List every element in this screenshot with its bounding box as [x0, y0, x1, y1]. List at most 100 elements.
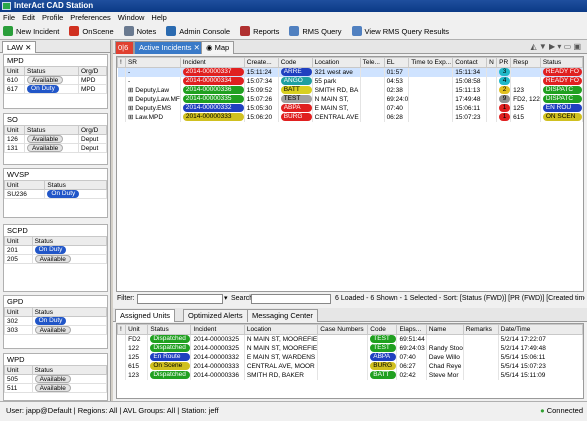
unit-row[interactable]: 126 Available Deput — [3, 134, 107, 144]
unit-row[interactable]: 205 Available — [4, 254, 108, 264]
toolbar-button-view-rms-query-results[interactable]: View RMS Query Results — [351, 26, 449, 36]
tab-messaging-center[interactable]: Messaging Center — [247, 309, 318, 322]
unit-column-header[interactable]: Elaps... — [396, 324, 427, 335]
unit-column-header[interactable]: Date/Time — [497, 324, 583, 335]
column-header[interactable]: Unit — [4, 236, 33, 246]
priority-badge: 2 — [499, 86, 510, 94]
incident-column-header[interactable]: Tele... — [359, 57, 385, 68]
column-header[interactable]: Status — [44, 180, 107, 190]
incident-row[interactable]: ⊞ Deputy.EMS 2014-00000332 15:05:30 ABPA E M… — [117, 103, 583, 113]
group-title: WPD — [4, 354, 107, 365]
incident-row[interactable]: ⊞ Deputy,Law 2014-00000336 15:09:52 BATT SMI… — [117, 85, 583, 95]
priority-badge: 1 — [499, 104, 510, 112]
toolbar-button-rms-query[interactable]: RMS Query — [289, 26, 342, 36]
column-header[interactable]: Unit — [4, 307, 33, 317]
incident-row[interactable]: ⊞ Deputy,Law.MF 2014-00000335 15:07:26 TEST… — [117, 94, 583, 104]
assigned-unit-row[interactable]: 125 En Route 2014-00000332 E MAIN ST, WARDE… — [117, 352, 583, 362]
tab-law[interactable]: LAW ✕ — [2, 41, 37, 53]
assigned-unit-row[interactable]: 122 Dispatched 2014-00000325 N MAIN ST, MOO… — [117, 343, 583, 353]
incident-column-header[interactable]: Create... — [243, 57, 279, 68]
toolbar-button-onscene[interactable]: OnScene — [69, 26, 114, 36]
toolbar-button-notes[interactable]: Notes — [123, 26, 156, 36]
column-header[interactable]: Unit — [3, 180, 46, 190]
unit-row[interactable]: 511 Available — [4, 383, 108, 393]
incident-column-header[interactable]: PR — [496, 57, 512, 68]
column-header[interactable]: Status — [31, 307, 108, 317]
filter-dropdown-icon[interactable]: ▾ — [224, 292, 228, 305]
unit-column-header[interactable]: ! — [117, 324, 127, 335]
incident-number: 2014-00000333 — [182, 113, 244, 121]
unit-row[interactable]: 201 On Duty — [4, 245, 108, 255]
column-header[interactable]: Status — [31, 236, 108, 246]
incident-column-header[interactable]: Code — [277, 57, 313, 68]
column-header[interactable]: Status — [24, 66, 79, 76]
filter-input[interactable] — [137, 294, 223, 304]
search-input[interactable] — [251, 294, 331, 304]
incident-column-header[interactable]: Incident — [179, 57, 245, 68]
toolbar-button-admin-console[interactable]: Admin Console — [166, 26, 230, 36]
unit-status-badge: Available — [27, 135, 64, 143]
column-header[interactable]: Status — [24, 125, 79, 135]
toolbar-button-new-incident[interactable]: New Incident — [3, 26, 59, 36]
incident-column-header[interactable]: Status — [539, 57, 583, 68]
incident-column-header[interactable]: SR — [124, 57, 181, 68]
menu-preferences[interactable]: Preferences — [70, 13, 110, 22]
unit-row[interactable]: 303 Available — [4, 325, 108, 335]
tab-map[interactable]: ◉ Map — [201, 41, 235, 54]
incident-number: 2014-00000336 — [182, 86, 244, 94]
admin-console-icon — [166, 26, 177, 36]
incident-row[interactable]: -2014-00000334 15:07:34 ANGO 55 park 04:53 15… — [117, 76, 583, 86]
tab-actions-icon[interactable]: ◭ ▼ ▶ ▾ ▭ ▣ — [531, 42, 581, 51]
incident-column-header[interactable]: Time to Exp... — [408, 57, 454, 68]
unit-column-header[interactable]: Incident — [190, 324, 245, 335]
incident-column-header[interactable]: EL — [383, 57, 410, 68]
unit-column-header[interactable]: Name — [425, 324, 464, 335]
connected-icon: ● — [540, 406, 545, 415]
incident-code: TEST — [280, 95, 312, 103]
unit-column-header[interactable]: Code — [367, 324, 398, 335]
assigned-unit-row[interactable]: FD2 Dispatched 2014-00000325 N MAIN ST, MOO… — [117, 334, 583, 344]
column-header[interactable]: Unit — [3, 66, 26, 76]
incident-status: EN ROU — [542, 104, 582, 112]
menu-file[interactable]: File — [3, 13, 15, 22]
priority-badge: 3 — [499, 68, 510, 77]
incident-status: ON SCEN — [542, 113, 582, 121]
menu-edit[interactable]: Edit — [22, 13, 35, 22]
column-header[interactable]: Org/D — [78, 66, 107, 76]
priority-badge: 4 — [499, 77, 510, 85]
incident-column-header[interactable]: N — [486, 57, 498, 68]
column-header[interactable]: Status — [31, 365, 108, 375]
incident-column-header[interactable]: Resp — [510, 57, 541, 68]
unit-column-header[interactable]: Case Numbers — [317, 324, 369, 335]
assigned-unit-row[interactable]: 615 On Scene 2014-00000333 CENTRAL AVE, MOO… — [117, 361, 583, 371]
unit-column-header[interactable]: Status — [147, 324, 192, 335]
incident-row[interactable]: ⊞ Law.MPD 2014-00000333 15:06:20 BURG CENTRA… — [117, 112, 583, 122]
unit-row[interactable]: 505 Available — [4, 374, 108, 384]
column-header[interactable]: Unit — [3, 125, 26, 135]
unit-column-header[interactable]: Unit — [125, 324, 149, 335]
incident-column-header[interactable]: Contact — [452, 57, 488, 68]
connection-status: ● Connected — [540, 406, 583, 415]
unit-code-badge: BURG — [370, 362, 396, 370]
assigned-unit-row[interactable]: 123 Dispatched 2014-00000336 SMITH RD, BAKE… — [117, 370, 583, 380]
menu-profile[interactable]: Profile — [42, 13, 63, 22]
unit-row[interactable]: 302 On Duty — [4, 316, 108, 326]
column-header[interactable]: Org/D — [78, 125, 107, 135]
unit-column-header[interactable]: Location — [243, 324, 319, 335]
incident-column-header[interactable]: ! — [117, 57, 126, 68]
unit-column-header[interactable]: Remarks — [462, 324, 499, 335]
incident-column-header[interactable]: Location — [311, 57, 361, 68]
menu-help[interactable]: Help — [151, 13, 166, 22]
unit-row[interactable]: 617 On Duty MPD — [3, 84, 107, 94]
tab-optimized-alerts[interactable]: Optimized Alerts — [183, 309, 248, 322]
incident-row[interactable]: -2014-00000337 15:11:24 ARRE 321 west ave 01… — [117, 67, 583, 77]
unit-row[interactable]: SU236 On Duty — [3, 189, 107, 199]
unit-row[interactable]: 131 Available Deput — [3, 143, 107, 153]
menu-window[interactable]: Window — [118, 13, 145, 22]
toolbar-button-reports[interactable]: Reports — [240, 26, 279, 36]
column-header[interactable]: Unit — [4, 365, 33, 375]
tab-active-incidents[interactable]: Active Incidents ✕ — [134, 41, 205, 54]
unit-row[interactable]: 610 Available MPD — [3, 75, 107, 85]
tab-assigned-units[interactable]: Assigned Units — [115, 309, 176, 322]
priority-badge: 1 — [499, 113, 510, 121]
